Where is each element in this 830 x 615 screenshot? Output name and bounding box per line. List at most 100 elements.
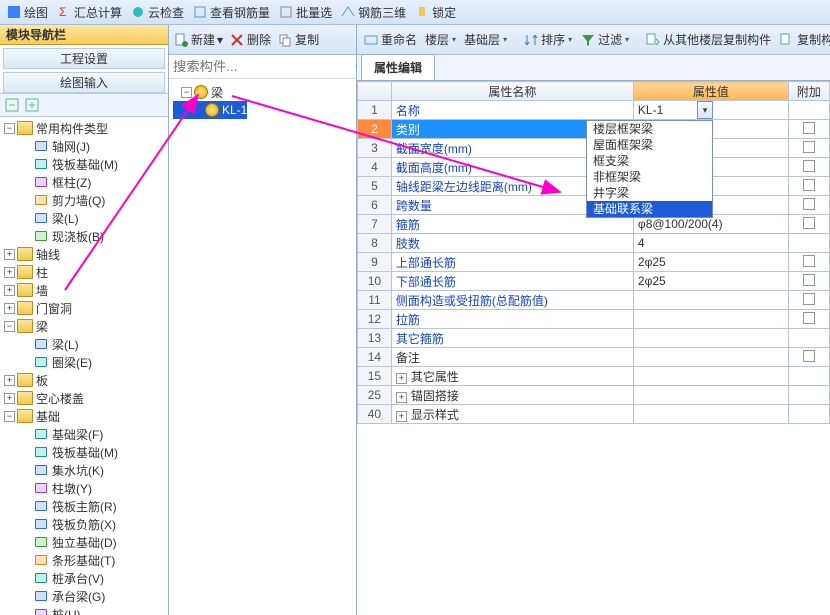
btn-new[interactable]: 新建▾: [173, 31, 223, 48]
chevron-down-icon[interactable]: [181, 87, 192, 98]
prop-extra[interactable]: [788, 234, 829, 253]
checkbox-icon[interactable]: [803, 217, 815, 229]
prop-value[interactable]: 2φ25: [633, 253, 788, 272]
prop-extra[interactable]: [788, 310, 829, 329]
tree-common-2[interactable]: 框柱(Z): [0, 173, 168, 191]
tree-jichu-5[interactable]: 筏板负筋(X): [0, 515, 168, 533]
toolbar-btn-3[interactable]: 查看钢筋量: [192, 4, 270, 21]
prop-row-8[interactable]: 8肢数4: [358, 234, 830, 253]
expander-icon[interactable]: [4, 411, 15, 422]
toolbar-btn-1[interactable]: Σ汇总计算: [56, 4, 122, 21]
prop-extra[interactable]: [788, 367, 829, 386]
tree-jichu-3[interactable]: 柱墩(Y): [0, 479, 168, 497]
prop-extra[interactable]: [788, 329, 829, 348]
section-draw-input[interactable]: 绘图输入: [3, 72, 165, 93]
toolbar-btn-0[interactable]: 绘图: [6, 4, 48, 21]
prop-value[interactable]: [633, 386, 788, 405]
btn-sort[interactable]: 排序▾: [521, 31, 574, 48]
dropdown-option[interactable]: 非框架梁: [587, 169, 712, 185]
prop-row-11[interactable]: 11侧面构造或受扭筋(总配筋值): [358, 291, 830, 310]
tree-common-1[interactable]: 筏板基础(M): [0, 155, 168, 173]
checkbox-icon[interactable]: [803, 312, 815, 324]
prop-extra[interactable]: [788, 272, 829, 291]
dropdown-option[interactable]: 楼层框架梁: [587, 121, 712, 137]
prop-value[interactable]: [633, 291, 788, 310]
tab-property-edit[interactable]: 属性编辑: [361, 54, 435, 80]
prop-row-40[interactable]: 40+显示样式: [358, 405, 830, 424]
tree-jichu-4[interactable]: 筏板主筋(R): [0, 497, 168, 515]
tree-group-m0[interactable]: 板: [0, 371, 168, 389]
btn-filter[interactable]: 过滤▾: [578, 31, 631, 48]
prop-row-15[interactable]: 15+其它属性: [358, 367, 830, 386]
tree-common-4[interactable]: 梁(L): [0, 209, 168, 227]
prop-extra[interactable]: [788, 253, 829, 272]
tree-jichu-6[interactable]: 独立基础(D): [0, 533, 168, 551]
mini-collapse-icon[interactable]: [24, 97, 40, 113]
prop-row-25[interactable]: 25+锚固搭接: [358, 386, 830, 405]
tree-common-0[interactable]: 轴网(J): [0, 137, 168, 155]
expander-icon[interactable]: [4, 375, 15, 386]
tree-group-jichu[interactable]: 基础: [0, 407, 168, 425]
tree-group-m1[interactable]: 空心楼盖: [0, 389, 168, 407]
prop-extra[interactable]: [788, 348, 829, 367]
checkbox-icon[interactable]: [803, 179, 815, 191]
prop-extra[interactable]: [788, 196, 829, 215]
tree-group-b2[interactable]: 墙: [0, 281, 168, 299]
prop-extra[interactable]: [788, 101, 829, 120]
prop-extra[interactable]: [788, 177, 829, 196]
dropdown-option[interactable]: 井字梁: [587, 185, 712, 201]
prop-value[interactable]: 2φ25: [633, 272, 788, 291]
tree-common-3[interactable]: 剪力墙(Q): [0, 191, 168, 209]
prop-value[interactable]: [633, 348, 788, 367]
dropdown-option[interactable]: 屋面框架梁: [587, 137, 712, 153]
tree-jichu-2[interactable]: 集水坑(K): [0, 461, 168, 479]
expander-icon[interactable]: [4, 249, 15, 260]
prop-row-10[interactable]: 10下部通长筋2φ25: [358, 272, 830, 291]
tree-jichu-10[interactable]: 桩(U): [0, 605, 168, 615]
prop-extra[interactable]: [788, 158, 829, 177]
toolbar-btn-6[interactable]: 锁定: [414, 4, 456, 21]
expander-icon[interactable]: [4, 321, 15, 332]
comp-tree-root[interactable]: 梁: [173, 83, 352, 101]
prop-value[interactable]: [633, 329, 788, 348]
expander-icon[interactable]: [4, 285, 15, 296]
toolbar-btn-5[interactable]: 钢筋三维: [340, 4, 406, 21]
prop-value[interactable]: [633, 310, 788, 329]
toolbar-btn-4[interactable]: 批量选: [278, 4, 332, 21]
prop-value[interactable]: [633, 405, 788, 424]
expander-icon[interactable]: [4, 267, 15, 278]
btn-copy-from-floor[interactable]: 从其他楼层复制构件: [643, 31, 773, 48]
prop-extra[interactable]: [788, 405, 829, 424]
tree-group-b0[interactable]: 轴线: [0, 245, 168, 263]
btn-copy-component[interactable]: 复制构件: [777, 31, 830, 48]
category-dropdown[interactable]: 楼层框架梁屋面框架梁框支梁非框架梁井字梁基础联系梁: [586, 120, 713, 218]
checkbox-icon[interactable]: [803, 274, 815, 286]
prop-value[interactable]: 4: [633, 234, 788, 253]
prop-row-1[interactable]: 1名称KL-1: [358, 101, 830, 120]
checkbox-icon[interactable]: [803, 122, 815, 134]
checkbox-icon[interactable]: [803, 160, 815, 172]
tree-common-5[interactable]: 现浇板(B): [0, 227, 168, 245]
btn-copy[interactable]: 复制: [277, 31, 319, 48]
btn-floor[interactable]: 楼层▾: [423, 31, 458, 48]
mini-expand-icon[interactable]: [4, 97, 20, 113]
tree-group-liang[interactable]: 梁: [0, 317, 168, 335]
dropdown-option[interactable]: 基础联系梁: [587, 201, 712, 217]
prop-extra[interactable]: [788, 291, 829, 310]
checkbox-icon[interactable]: [803, 350, 815, 362]
prop-row-14[interactable]: 14备注: [358, 348, 830, 367]
prop-row-9[interactable]: 9上部通长筋2φ25: [358, 253, 830, 272]
expander-icon[interactable]: [4, 123, 15, 134]
dropdown-arrow-icon[interactable]: ▾: [697, 101, 713, 119]
tree-liang-0[interactable]: 梁(L): [0, 335, 168, 353]
comp-tree-item-kl1[interactable]: KL-1: [173, 101, 247, 119]
tree-group-b1[interactable]: 柱: [0, 263, 168, 281]
tree-root[interactable]: 常用构件类型: [0, 119, 168, 137]
prop-value[interactable]: [633, 367, 788, 386]
btn-base-floor[interactable]: 基础层▾: [462, 31, 509, 48]
prop-row-12[interactable]: 12拉筋: [358, 310, 830, 329]
tree-jichu-0[interactable]: 基础梁(F): [0, 425, 168, 443]
prop-row-13[interactable]: 13其它箍筋: [358, 329, 830, 348]
expander-icon[interactable]: [4, 303, 15, 314]
btn-rename[interactable]: 重命名: [361, 31, 419, 48]
